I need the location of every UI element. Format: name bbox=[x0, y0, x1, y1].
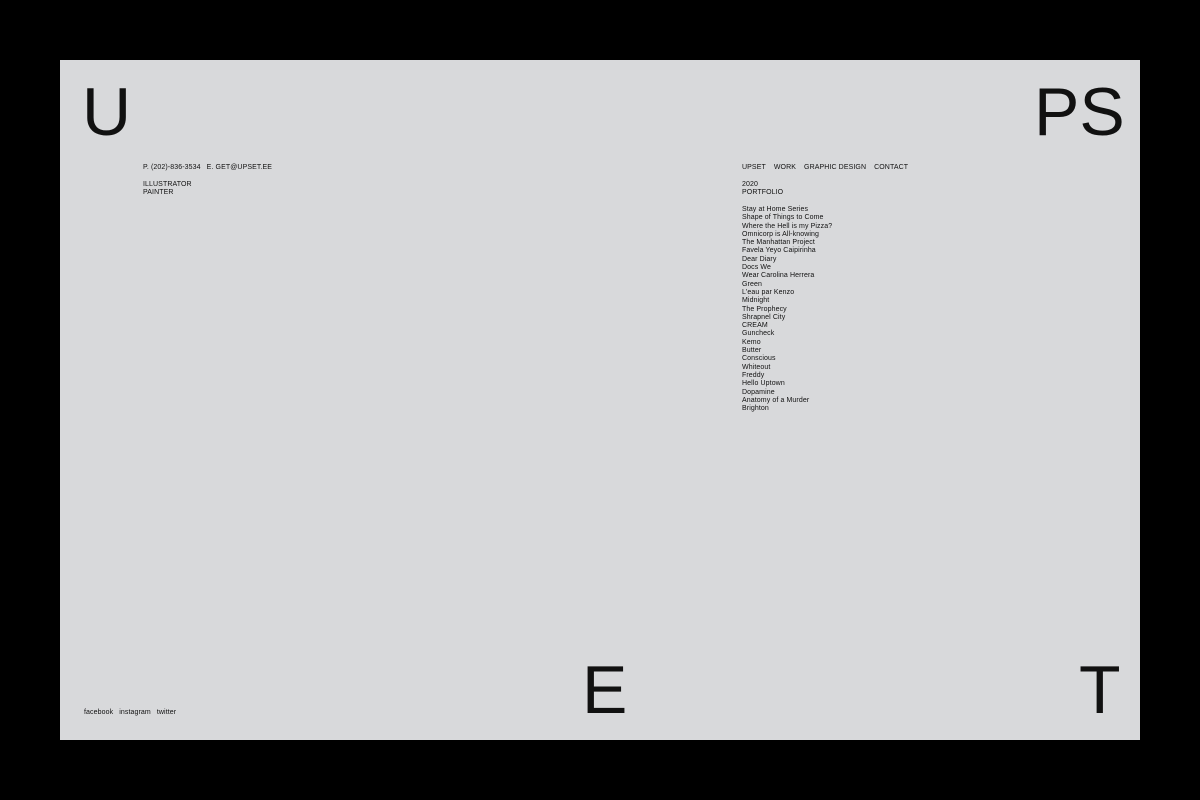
portfolio-item[interactable]: CREAM bbox=[742, 322, 832, 330]
logo-letter-ps: PS bbox=[1034, 74, 1125, 150]
portfolio-item[interactable]: Butter bbox=[742, 347, 832, 355]
nav-item-work[interactable]: WORK bbox=[774, 164, 796, 172]
portfolio-list: Stay at Home Series Shape of Things to C… bbox=[742, 206, 832, 413]
portfolio-item[interactable]: Dopamine bbox=[742, 389, 832, 397]
social-link-twitter[interactable]: twitter bbox=[157, 709, 176, 717]
portfolio-item[interactable]: Favela Yeyo Caipirinha bbox=[742, 247, 832, 255]
social-link-facebook[interactable]: facebook bbox=[84, 709, 113, 717]
contact-info: P. (202)-836-3534 E. GET@UPSET.EE bbox=[143, 164, 276, 172]
portfolio-item[interactable]: The Prophecy bbox=[742, 306, 832, 314]
portfolio-heading: 2020 PORTFOLIO bbox=[742, 181, 783, 198]
logo-letter-e: E bbox=[582, 652, 628, 728]
portfolio-item[interactable]: Brighton bbox=[742, 405, 832, 413]
portfolio-item[interactable]: Omnicorp is All-knowing bbox=[742, 231, 832, 239]
portfolio-item[interactable]: Dear Diary bbox=[742, 256, 832, 264]
role-item: ILLUSTRATOR bbox=[143, 181, 192, 188]
social-link-instagram[interactable]: instagram bbox=[119, 709, 151, 717]
portfolio-item[interactable]: Stay at Home Series bbox=[742, 206, 832, 214]
nav-item-contact[interactable]: CONTACT bbox=[874, 164, 908, 172]
portfolio-item[interactable]: Conscious bbox=[742, 355, 832, 363]
portfolio-item[interactable]: Wear Carolina Herrera bbox=[742, 272, 832, 280]
page-panel: U PS E T P. (202)-836-3534 E. GET@UPSET.… bbox=[60, 60, 1140, 740]
roles-list: ILLUSTRATOR PAINTER bbox=[143, 181, 192, 198]
phone-number[interactable]: P. (202)-836-3534 bbox=[143, 164, 201, 171]
role-item: PAINTER bbox=[143, 189, 174, 197]
portfolio-item[interactable]: Midnight bbox=[742, 297, 832, 305]
portfolio-item[interactable]: The Manhattan Project bbox=[742, 239, 832, 247]
portfolio-item[interactable]: Anatomy of a Murder bbox=[742, 397, 832, 405]
main-nav: UPSET WORK GRAPHIC DESIGN CONTACT bbox=[742, 164, 916, 172]
logo-letter-t: T bbox=[1079, 652, 1121, 728]
portfolio-item[interactable]: Freddy bbox=[742, 372, 832, 380]
portfolio-item[interactable]: Where the Hell is my Pizza? bbox=[742, 223, 832, 231]
portfolio-year: 2020 bbox=[742, 181, 758, 188]
portfolio-item[interactable]: Kemo bbox=[742, 339, 832, 347]
portfolio-item[interactable]: Shrapnel City bbox=[742, 314, 832, 322]
portfolio-item[interactable]: Green bbox=[742, 281, 832, 289]
portfolio-item[interactable]: Docs We bbox=[742, 264, 832, 272]
portfolio-item[interactable]: Whiteout bbox=[742, 364, 832, 372]
portfolio-item[interactable]: Shape of Things to Come bbox=[742, 214, 832, 222]
social-links: facebook instagram twitter bbox=[84, 709, 182, 717]
portfolio-item[interactable]: Guncheck bbox=[742, 330, 832, 338]
portfolio-label: PORTFOLIO bbox=[742, 189, 784, 197]
nav-item-graphic-design[interactable]: GRAPHIC DESIGN bbox=[804, 164, 866, 172]
logo-letter-u: U bbox=[82, 74, 132, 150]
portfolio-item[interactable]: L'eau par Kenzo bbox=[742, 289, 832, 297]
nav-item-upset[interactable]: UPSET bbox=[742, 164, 766, 172]
email-address[interactable]: E. GET@UPSET.EE bbox=[207, 164, 272, 171]
portfolio-item[interactable]: Hello Uptown bbox=[742, 380, 832, 388]
